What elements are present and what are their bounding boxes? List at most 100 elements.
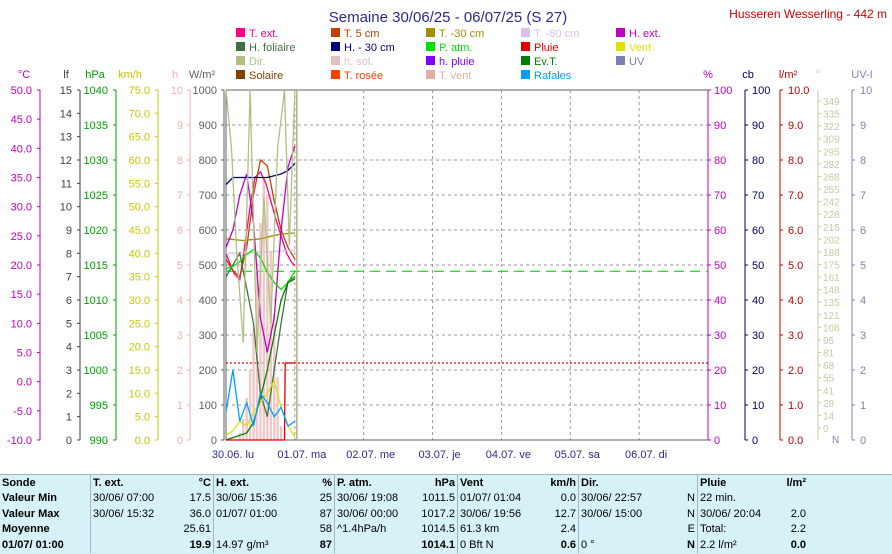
axis-tick-label: 35.0 bbox=[11, 173, 32, 185]
stat-unit: l/m² bbox=[786, 476, 806, 489]
axis-tick-label: 1.0 bbox=[788, 400, 803, 412]
stat-date: 30/06/ 19:08 bbox=[334, 490, 419, 506]
axis-tick-label: 309 bbox=[823, 135, 840, 146]
axis-tick-label: 9 bbox=[860, 120, 866, 132]
axis-tick-label: 30 bbox=[752, 330, 764, 342]
axis-tick-label: 70 bbox=[752, 190, 764, 202]
axis-tick-label: 202 bbox=[823, 235, 840, 246]
axis-tick-label: 3.0 bbox=[788, 330, 803, 342]
axis-unit-label: % bbox=[703, 69, 713, 81]
stat-value: N bbox=[687, 538, 695, 551]
legend-swatch bbox=[616, 28, 625, 37]
axis-tick-label: 20.0 bbox=[11, 260, 32, 272]
legend-label: h. pluie bbox=[439, 56, 474, 68]
stat-unit: % bbox=[322, 476, 332, 489]
axis-tick-label: 50 bbox=[752, 260, 764, 272]
axis-tick-label: 60.0 bbox=[129, 155, 150, 167]
stat-value: 1011.5 bbox=[422, 492, 455, 505]
axis-tick-label: 45.0 bbox=[11, 114, 32, 126]
axis-tick-label: 2.0 bbox=[788, 365, 803, 377]
axis-tick-label: 5 bbox=[66, 318, 72, 330]
axis-tick-label: 45.0 bbox=[129, 225, 150, 237]
axis-unit-label: h bbox=[172, 69, 178, 81]
axis-kmh: km/h 75.0 70.0 65.0 60.0 55.0 50.0 45.0 40.0 35.0… bbox=[118, 69, 159, 447]
axis-tick-label: 4.0 bbox=[788, 295, 803, 307]
x-tick-label: 02.07. me bbox=[346, 449, 395, 461]
axis-tick-label: 108 bbox=[823, 323, 840, 334]
legend-label: T. -30 cm bbox=[439, 28, 484, 40]
weather-chart: Semaine 30/06/25 - 06/07/25 (S 27) Husse… bbox=[7, 7, 887, 461]
axis-tick-label: 3 bbox=[177, 330, 183, 342]
axis-tick-label: 0 bbox=[66, 435, 72, 447]
legend-swatch bbox=[331, 42, 340, 51]
axis-tick-label: 60 bbox=[714, 225, 726, 237]
axis-tick-label: 700 bbox=[199, 190, 217, 202]
stat-date: 30/06/ 15:32 bbox=[90, 506, 175, 522]
axis-tick-label: 121 bbox=[823, 311, 840, 322]
stat-date: 01/07/ 01:04 bbox=[457, 490, 542, 506]
axis-tick-label: 5 bbox=[177, 260, 183, 272]
axis-tick-label: 7 bbox=[860, 190, 866, 202]
stat-value: 0.6 bbox=[560, 538, 576, 551]
axis-tick-label: 335 bbox=[823, 110, 840, 121]
axis-tick-label: 6 bbox=[860, 225, 866, 237]
axis-tick-label: 1015 bbox=[84, 260, 108, 272]
stat-date: 01/07/ 01:00 bbox=[213, 506, 312, 522]
axis-tick-label: 55.0 bbox=[129, 178, 150, 190]
legend-swatch bbox=[521, 28, 530, 37]
axis-tick-label: 100 bbox=[752, 85, 770, 97]
stats-row-label: 01/07/ 01:00 bbox=[2, 538, 64, 551]
axis-tick-label: 14 bbox=[823, 411, 835, 422]
stat-value: 12.7 bbox=[554, 507, 576, 520]
stat-value: 87 bbox=[319, 507, 332, 520]
axis-tick-label: 12 bbox=[60, 155, 72, 167]
axis-tick-label: -5.0 bbox=[13, 406, 32, 418]
legend-swatch bbox=[426, 70, 435, 79]
axis-tick-label: 40.0 bbox=[11, 143, 32, 155]
x-tick-label: 01.07. ma bbox=[277, 449, 327, 461]
axis-tick-label: 322 bbox=[823, 122, 840, 133]
axis-tick-label: 600 bbox=[199, 225, 217, 237]
axis-hpa: hPa 1040 1035 1030 1025 1020 1015 1010 1005 1000 9… bbox=[84, 69, 117, 447]
axis-tick-label: 7 bbox=[177, 190, 183, 202]
stat-date: 30/06/ 15:36 bbox=[213, 490, 312, 506]
legend-label: T. ext. bbox=[249, 28, 278, 40]
axis-unit-label: km/h bbox=[118, 69, 142, 81]
stat-value: 2.0 bbox=[790, 507, 806, 520]
stat-header: T. ext. bbox=[90, 475, 175, 491]
axis-tick-label: 5.0 bbox=[135, 412, 150, 424]
axis-tick-label: 50.0 bbox=[129, 202, 150, 214]
stat-date: 2.2 l/m² bbox=[697, 537, 774, 553]
axis-tick-label: 65.0 bbox=[129, 132, 150, 144]
axis-tick-label: 8 bbox=[177, 155, 183, 167]
axis-tick-label: 268 bbox=[823, 172, 840, 183]
stat-date: 22 min. bbox=[697, 490, 774, 506]
axis-unit-label: cb bbox=[742, 69, 754, 81]
stat-value: N bbox=[687, 507, 695, 520]
stat-date: 30/06/ 20:04 bbox=[697, 506, 774, 522]
stat-date bbox=[213, 521, 312, 537]
axis-tick-label: 0 bbox=[211, 435, 217, 447]
axis-tick-label: 7.0 bbox=[788, 190, 803, 202]
axis-tick-label: 1040 bbox=[84, 85, 108, 97]
stat-value: 87 bbox=[319, 538, 332, 551]
axis-tick-label: 5 bbox=[860, 260, 866, 272]
stat-value: 1014.1 bbox=[421, 538, 455, 551]
axis-tick-label: 148 bbox=[823, 286, 840, 297]
axis-tick-label: 282 bbox=[823, 160, 840, 171]
axis-tick-label: 0.0 bbox=[788, 435, 803, 447]
axis-extra-label: N bbox=[832, 435, 839, 446]
axis-tick-label: 35.0 bbox=[129, 272, 150, 284]
axis-tick-label: 15.0 bbox=[11, 289, 32, 301]
axis-tick-label: -10.0 bbox=[7, 435, 32, 447]
stat-unit: km/h bbox=[550, 476, 576, 489]
axis-tick-label: 9 bbox=[66, 225, 72, 237]
axis-tick-label: 0 bbox=[860, 435, 866, 447]
stat-value: 1017.2 bbox=[421, 507, 455, 520]
stats-panel: Sonde T. ext. °C H. ext. % P. atm. hPa V… bbox=[0, 474, 892, 554]
legend-label: Pluie bbox=[534, 42, 558, 54]
legend-label: H. - 30 cm bbox=[344, 42, 395, 54]
legend-label: Solaire bbox=[249, 70, 283, 82]
axis-tick-label: 2 bbox=[177, 365, 183, 377]
axis-tick-label: 1035 bbox=[84, 120, 108, 132]
